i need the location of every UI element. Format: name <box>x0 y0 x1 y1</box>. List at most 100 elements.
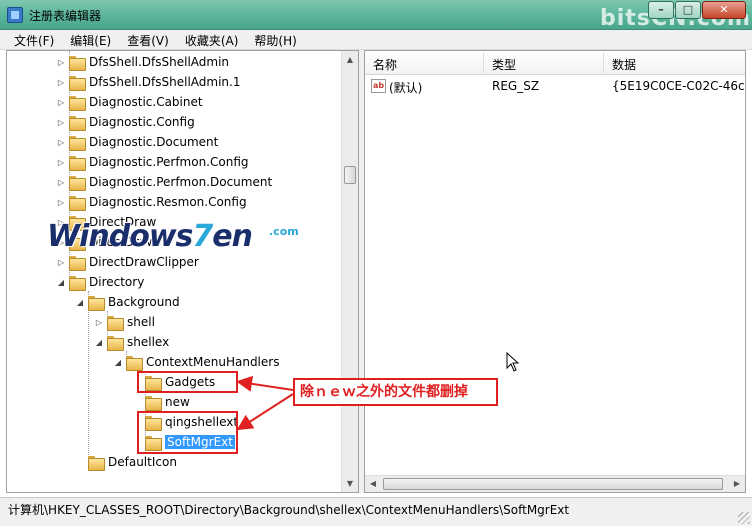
folder-icon <box>69 255 86 271</box>
tree-item-label: Diagnostic.Perfmon.Document <box>89 175 273 189</box>
scroll-right-icon[interactable]: ▶ <box>729 476 745 492</box>
folder-icon <box>69 95 86 111</box>
annotation-callout: 除ｎｅｗ之外的文件都删掉 <box>293 378 498 406</box>
tree-item[interactable]: ▷ DirectDrawClipper <box>55 252 199 272</box>
watermark-brand-suffix: en <box>212 219 253 254</box>
resize-grip-icon[interactable] <box>738 512 750 524</box>
folder-open-icon <box>107 335 124 351</box>
tree-item[interactable]: ▷ Diagnostic.Perfmon.Document <box>55 172 272 192</box>
tree-item[interactable]: ▷ Diagnostic.Resmon.Config <box>55 192 247 212</box>
tree-vertical-scrollbar[interactable]: ▲ ▼ <box>341 51 358 492</box>
tree-item-new[interactable]: new <box>131 392 190 412</box>
scroll-up-icon[interactable]: ▲ <box>342 51 358 68</box>
list-row[interactable]: ab (默认) REG_SZ {5E19C0CE-C02C-46c2 <box>365 77 745 97</box>
expand-icon[interactable]: ▷ <box>93 318 105 327</box>
scroll-left-icon[interactable]: ◀ <box>365 476 381 492</box>
value-name: (默认) <box>389 81 423 95</box>
tree-item[interactable]: ▷ DfsShell.DfsShellAdmin.1 <box>55 72 241 92</box>
column-header-data[interactable]: 数据 <box>612 56 636 73</box>
watermark-domain: .com <box>269 225 299 238</box>
folder-icon <box>69 175 86 191</box>
expand-icon[interactable]: ▷ <box>55 258 67 267</box>
scroll-down-icon[interactable]: ▼ <box>342 475 358 492</box>
tree-item-label: shellex <box>127 335 170 349</box>
watermark-brand: Windows7en <box>47 219 253 254</box>
menu-edit[interactable]: 编辑(E) <box>62 30 119 49</box>
collapse-icon[interactable]: ◢ <box>93 338 105 347</box>
expand-icon[interactable]: ▷ <box>55 118 67 127</box>
menu-view[interactable]: 查看(V) <box>119 30 177 49</box>
tree-item-label: DefaultIcon <box>108 455 177 469</box>
menu-help[interactable]: 帮助(H) <box>246 30 304 49</box>
folder-icon <box>69 195 86 211</box>
close-icon: ✕ <box>719 3 729 16</box>
string-value-icon: ab <box>371 79 386 93</box>
tree-item[interactable]: ▷ Diagnostic.Config <box>55 112 195 132</box>
expand-icon[interactable]: ▷ <box>55 158 67 167</box>
tree-item-label: new <box>165 395 190 409</box>
tree-item[interactable]: ▷ DfsShell.DfsShellAdmin <box>55 52 229 72</box>
tree-item-label: Directory <box>89 275 145 289</box>
expand-icon[interactable]: ▷ <box>55 138 67 147</box>
title-bar[interactable]: 注册表编辑器 bitsCN.com – □ ✕ <box>0 0 752 31</box>
tree-item-label: DirectDrawClipper <box>89 255 199 269</box>
column-header-name[interactable]: 名称 <box>373 56 397 73</box>
window-title: 注册表编辑器 <box>29 9 102 23</box>
tree-item-contextmenuhandlers[interactable]: ◢ ContextMenuHandlers <box>112 352 279 372</box>
column-divider[interactable] <box>483 53 484 73</box>
value-data: {5E19C0CE-C02C-46c2 <box>612 79 746 93</box>
tree-item-background[interactable]: ◢ Background <box>74 292 180 312</box>
value-type: REG_SZ <box>492 79 540 93</box>
tree-item-label: shell <box>127 315 155 329</box>
folder-icon <box>69 55 86 71</box>
column-header-type[interactable]: 类型 <box>492 56 516 73</box>
folder-icon <box>88 455 105 471</box>
scroll-thumb[interactable] <box>383 478 723 490</box>
tree-item-label: Diagnostic.Perfmon.Config <box>89 155 249 169</box>
menu-favorites[interactable]: 收藏夹(A) <box>177 30 247 49</box>
tree-item[interactable]: ▷ Diagnostic.Perfmon.Config <box>55 152 249 172</box>
menu-bar: 文件(F) 编辑(E) 查看(V) 收藏夹(A) 帮助(H) <box>0 30 752 50</box>
tree-item-shell[interactable]: ▷ shell <box>93 312 155 332</box>
menu-file[interactable]: 文件(F) <box>6 30 62 49</box>
folder-icon <box>145 395 162 411</box>
status-bar: 计算机\HKEY_CLASSES_ROOT\Directory\Backgrou… <box>0 497 752 526</box>
collapse-icon[interactable]: ◢ <box>74 298 86 307</box>
list-horizontal-scrollbar[interactable]: ◀ ▶ <box>365 475 745 492</box>
folder-icon <box>107 315 124 331</box>
value-list[interactable]: 名称 类型 数据 ab (默认) REG_SZ {5E19C0CE-C02C-4… <box>364 50 746 493</box>
close-button[interactable]: ✕ <box>702 1 746 19</box>
scroll-thumb[interactable] <box>344 166 356 184</box>
expand-icon[interactable]: ▷ <box>55 58 67 67</box>
tree-item-shellex[interactable]: ◢ shellex <box>93 332 169 352</box>
tree-item-label: Diagnostic.Document <box>89 135 219 149</box>
tree-item-defaulticon[interactable]: DefaultIcon <box>74 452 177 472</box>
tree-item-label: DfsShell.DfsShellAdmin.1 <box>89 75 241 89</box>
expand-icon[interactable]: ▷ <box>55 178 67 187</box>
watermark-brand-seven: 7 <box>192 219 213 254</box>
regedit-app-icon <box>7 7 23 23</box>
minimize-button[interactable]: – <box>648 1 674 19</box>
expand-icon[interactable]: ▷ <box>55 98 67 107</box>
expand-icon[interactable]: ▷ <box>55 78 67 87</box>
expand-icon[interactable]: ▷ <box>55 198 67 207</box>
tree-item-directory[interactable]: ◢ Directory <box>55 272 144 292</box>
tree-item-label: Diagnostic.Resmon.Config <box>89 195 247 209</box>
folder-icon <box>69 75 86 91</box>
collapse-icon[interactable]: ◢ <box>112 358 124 367</box>
collapse-icon[interactable]: ◢ <box>55 278 67 287</box>
maximize-button[interactable]: □ <box>675 1 701 19</box>
column-divider[interactable] <box>603 53 604 73</box>
tree-item-label: Background <box>108 295 180 309</box>
tree-item[interactable]: ▷ Diagnostic.Cabinet <box>55 92 203 112</box>
folder-icon <box>69 135 86 151</box>
tree-item-label: DfsShell.DfsShellAdmin <box>89 55 230 69</box>
folder-icon <box>69 115 86 131</box>
highlight-box-qingshellext-softmgrext <box>137 411 238 454</box>
tree-item-label: ContextMenuHandlers <box>146 355 280 369</box>
tree-guide <box>88 291 89 461</box>
highlight-box-gadgets <box>137 371 238 393</box>
tree-item[interactable]: ▷ Diagnostic.Document <box>55 132 218 152</box>
folder-open-icon <box>69 275 86 291</box>
status-path: 计算机\HKEY_CLASSES_ROOT\Directory\Backgrou… <box>8 503 570 517</box>
